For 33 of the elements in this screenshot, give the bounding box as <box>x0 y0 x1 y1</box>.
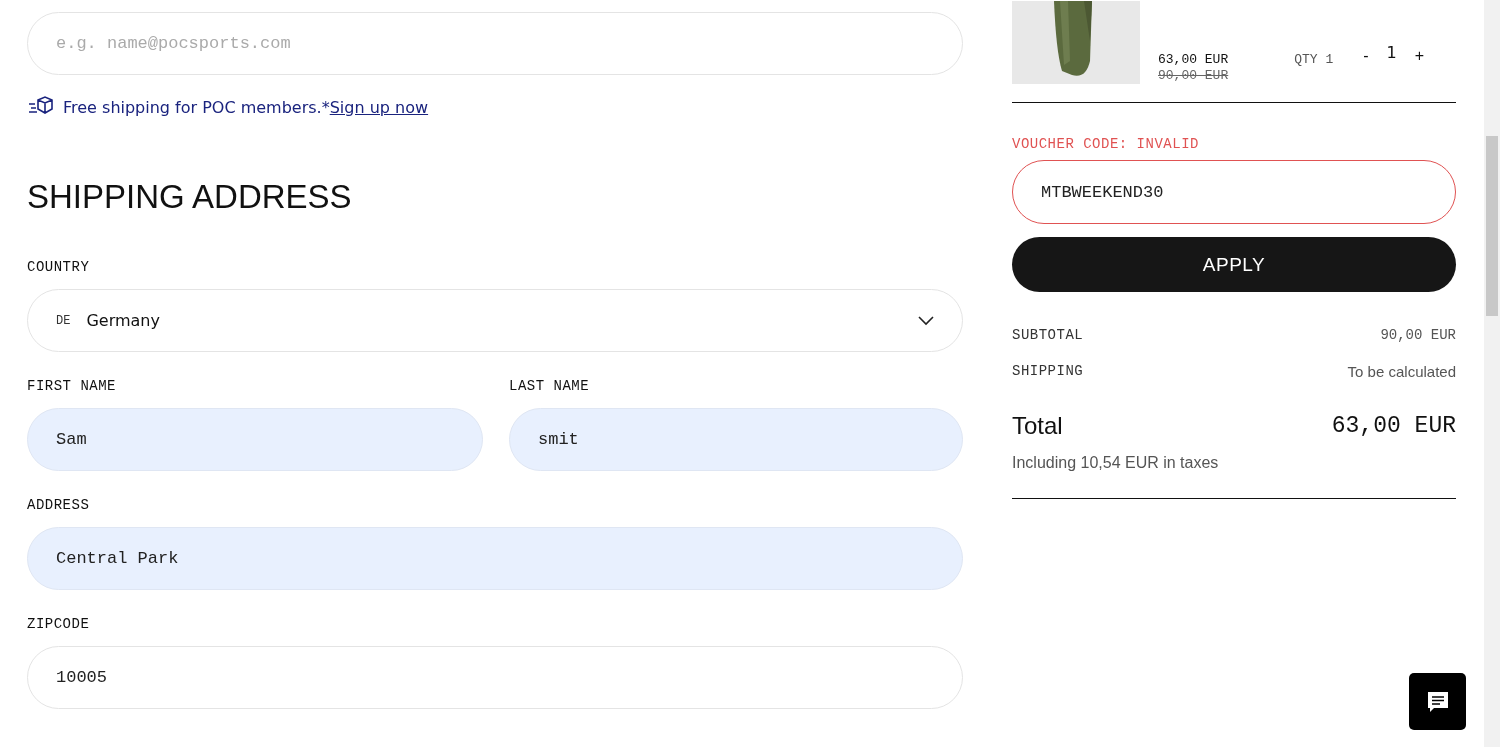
tax-note: Including 10,54 EUR in taxes <box>1012 454 1220 472</box>
voucher-field[interactable]: MTBWEEKEND30 <box>1012 160 1456 224</box>
scrollbar[interactable] <box>1484 0 1500 747</box>
field-label: COUNTRY <box>27 259 91 275</box>
increase-button[interactable]: + <box>1414 46 1425 65</box>
decrease-button[interactable]: - <box>1363 46 1369 65</box>
section-title: SHIPPING ADDRESS <box>27 177 353 217</box>
quantity-label: QTY 1 <box>1294 52 1334 67</box>
field-label: ADDRESS <box>27 497 91 513</box>
summary-label: SHIPPING <box>1012 363 1084 379</box>
voucher-label: VOUCHER CODE: INVALID <box>1012 136 1200 152</box>
summary-label: SUBTOTAL <box>1012 327 1084 343</box>
field-label: ZIPCODE <box>27 616 91 632</box>
summary-value: To be calculated <box>1347 362 1456 380</box>
shipping-note: Free shipping for POC members.*Sign up now <box>63 97 429 117</box>
text-field[interactable]: Sam <box>27 408 483 471</box>
country-select[interactable]: DE Germany <box>27 289 963 352</box>
total-value: 63,00 EUR <box>1331 413 1456 439</box>
text-field[interactable]: smit <box>509 408 963 471</box>
summary-value: 90,00 EUR <box>1380 327 1456 343</box>
total-label: Total <box>1012 412 1063 440</box>
text-field[interactable]: Central Park <box>27 527 963 590</box>
original-price: 90,00 EUR <box>1158 68 1229 84</box>
field-label: FIRST NAME <box>27 378 117 394</box>
sale-price: 63,00 EUR <box>1158 52 1229 68</box>
text-field[interactable]: 10005 <box>27 646 963 709</box>
sign-up-link[interactable]: Sign up now <box>329 97 429 117</box>
chevron-down-icon <box>918 315 934 326</box>
quantity-value: 1 <box>1386 43 1397 62</box>
apply-button[interactable]: APPLY <box>1012 237 1456 292</box>
email-field[interactable]: e.g. name@pocsports.com <box>27 12 963 75</box>
chat-button[interactable] <box>1409 673 1466 730</box>
field-label: LAST NAME <box>509 378 591 394</box>
